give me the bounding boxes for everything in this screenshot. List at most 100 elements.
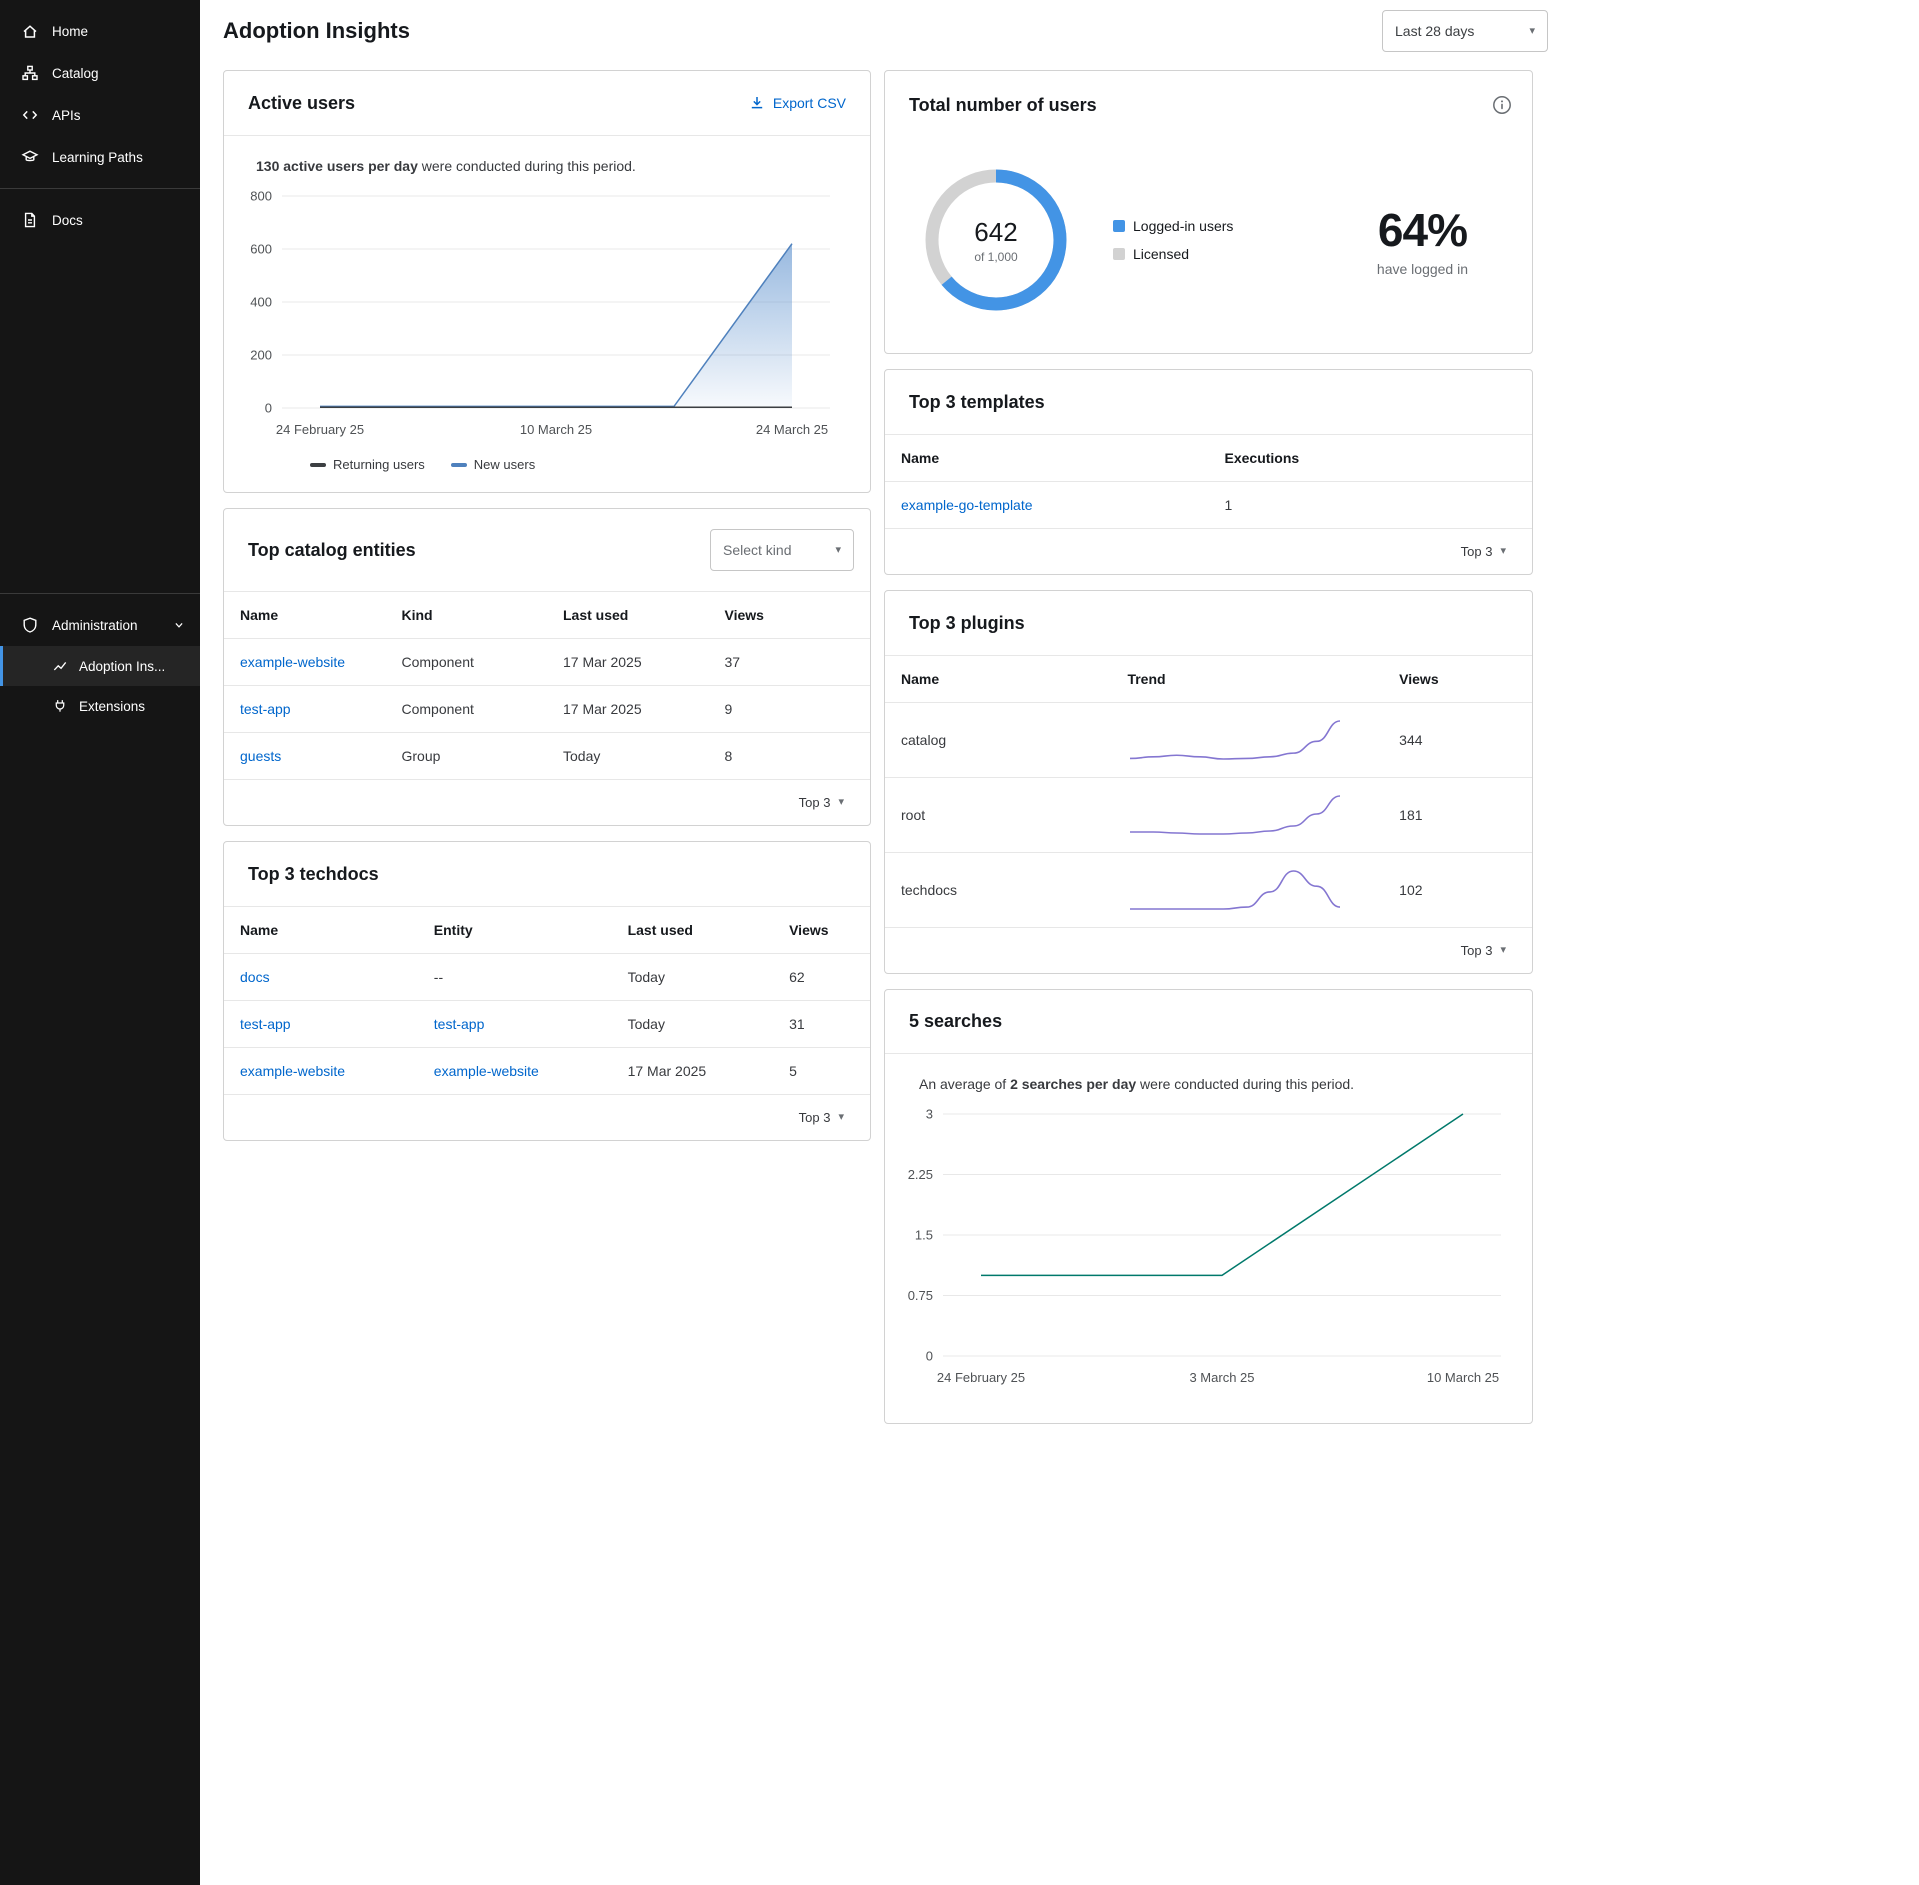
- svg-text:800: 800: [250, 189, 272, 204]
- column-header-trend: Trend: [1111, 656, 1383, 703]
- techdoc-link[interactable]: example-website: [240, 1063, 345, 1079]
- table-row: docs -- Today 62: [224, 954, 870, 1001]
- cell-last-used: 17 Mar 2025: [547, 686, 709, 733]
- date-range-value: Last 28 days: [1395, 23, 1474, 39]
- cell-name: test-app: [224, 686, 386, 733]
- chevron-down-icon: ▾: [838, 797, 844, 808]
- column-header-name: Name: [224, 592, 386, 639]
- sidebar-item-apis[interactable]: APIs: [0, 94, 200, 136]
- table-row: test-app Component 17 Mar 2025 9: [224, 686, 870, 733]
- home-icon: [21, 22, 39, 40]
- right-column: Total number of users 642: [884, 70, 1533, 1424]
- sidebar-item-label: Administration: [52, 618, 138, 633]
- top-n-select[interactable]: Top 3 ▾: [885, 928, 1532, 973]
- templates-table: Name Executions example-go-template 1: [885, 434, 1532, 529]
- trend-sparkline: [1127, 868, 1343, 912]
- logged-in-percent: 64% have logged in: [1377, 203, 1468, 277]
- shield-icon: [21, 616, 39, 634]
- top-n-select[interactable]: Top 3 ▾: [885, 529, 1532, 574]
- cell-trend: [1111, 703, 1383, 778]
- info-button[interactable]: [1488, 91, 1516, 119]
- card-header: Top catalog entities Select kind ▾: [224, 509, 870, 591]
- cell-last-used: Today: [547, 733, 709, 780]
- kind-select[interactable]: Select kind ▾: [710, 529, 854, 571]
- percent-value: 64%: [1378, 203, 1467, 257]
- cell-name: root: [885, 778, 1111, 853]
- sidebar-item-home[interactable]: Home: [0, 10, 200, 52]
- cell-views: 62: [773, 954, 870, 1001]
- sidebar-item-label: Docs: [52, 213, 83, 228]
- card-title: Top 3 techdocs: [248, 864, 379, 885]
- card-top-templates: Top 3 templates Name Executions example-…: [884, 369, 1533, 575]
- table-row: techdocs 102: [885, 853, 1532, 928]
- column-header-name: Name: [885, 435, 1209, 482]
- column-header-views: Views: [773, 907, 870, 954]
- active-users-chart: 020040060080024 February 2510 March 2524…: [224, 176, 870, 449]
- sidebar-item-label: APIs: [52, 108, 81, 123]
- template-link[interactable]: example-go-template: [901, 497, 1033, 513]
- sidebar-item-label: Extensions: [79, 699, 145, 714]
- donut-sub: of 1,000: [974, 250, 1017, 264]
- active-users-area-chart: 020040060080024 February 2510 March 2524…: [234, 182, 840, 444]
- entity-link[interactable]: test-app: [434, 1016, 485, 1032]
- percent-sub: have logged in: [1377, 261, 1468, 277]
- cell-name: example-website: [224, 639, 386, 686]
- chevron-down-icon: ▾: [1500, 546, 1506, 557]
- searches-summary: An average of 2 searches per day were co…: [885, 1054, 1532, 1094]
- legend-swatch: [451, 463, 467, 467]
- cell-last-used: 17 Mar 2025: [612, 1048, 774, 1095]
- card-title: Total number of users: [909, 95, 1097, 116]
- donut-value: 642: [974, 217, 1017, 248]
- cell-last-used: Today: [612, 1001, 774, 1048]
- svg-text:3 March 25: 3 March 25: [1189, 1370, 1254, 1385]
- export-csv-button[interactable]: Export CSV: [741, 91, 854, 115]
- chevron-down-icon: ▾: [1529, 26, 1535, 37]
- sidebar-item-adoption-insights[interactable]: Adoption Ins...: [0, 646, 200, 686]
- entity-link[interactable]: example-website: [240, 654, 345, 670]
- table-row: test-app test-app Today 31: [224, 1001, 870, 1048]
- card-title: Active users: [248, 93, 355, 114]
- sidebar-item-label: Catalog: [52, 66, 99, 81]
- sidebar-item-catalog[interactable]: Catalog: [0, 52, 200, 94]
- card-top-techdocs: Top 3 techdocs Name Entity Last used Vie…: [223, 841, 871, 1141]
- top-n-select[interactable]: Top 3 ▾: [224, 780, 870, 825]
- column-header-name: Name: [885, 656, 1111, 703]
- cell-views: 181: [1383, 778, 1532, 853]
- cell-name: guests: [224, 733, 386, 780]
- sidebar-item-label: Adoption Ins...: [79, 659, 165, 674]
- cell-last-used: Today: [612, 954, 774, 1001]
- searches-chart: 00.751.52.25324 February 253 March 2510 …: [885, 1094, 1532, 1423]
- entity-link[interactable]: test-app: [240, 701, 291, 717]
- entity-link[interactable]: example-website: [434, 1063, 539, 1079]
- chevron-down-icon: ▾: [835, 545, 841, 556]
- app-root: Home Catalog APIs Learning Paths Docs Ad…: [0, 0, 1919, 1885]
- card-title: Top catalog entities: [248, 540, 416, 561]
- total-users-body: 642 of 1,000 Logged-in users Lic: [885, 139, 1532, 353]
- donut-center-label: 642 of 1,000: [921, 165, 1071, 315]
- date-range-select[interactable]: Last 28 days ▾: [1382, 10, 1548, 52]
- card-title: 5 searches: [909, 1011, 1002, 1032]
- techdoc-link[interactable]: docs: [240, 969, 270, 985]
- sidebar-item-learning-paths[interactable]: Learning Paths: [0, 136, 200, 178]
- techdoc-link[interactable]: test-app: [240, 1016, 291, 1032]
- entity-link[interactable]: guests: [240, 748, 281, 764]
- legend-swatch: [1113, 220, 1125, 232]
- info-icon: [1492, 95, 1512, 115]
- table-row: root 181: [885, 778, 1532, 853]
- legend-item-returning-users: Returning users: [310, 457, 425, 472]
- top-n-select[interactable]: Top 3 ▾: [224, 1095, 870, 1140]
- sidebar-item-administration[interactable]: Administration: [0, 604, 200, 646]
- cell-name: techdocs: [885, 853, 1111, 928]
- cell-name: catalog: [885, 703, 1111, 778]
- plugins-table: Name Trend Views catalog 344 root: [885, 655, 1532, 928]
- learning-paths-icon: [21, 148, 39, 166]
- sidebar-item-docs[interactable]: Docs: [0, 199, 200, 241]
- card-header: Top 3 techdocs: [224, 842, 870, 906]
- sidebar-item-extensions[interactable]: Extensions: [0, 686, 200, 726]
- legend-item-new-users: New users: [451, 457, 535, 472]
- table-row: example-website Component 17 Mar 2025 37: [224, 639, 870, 686]
- trend-sparkline: [1127, 793, 1343, 837]
- column-header-kind: Kind: [386, 592, 548, 639]
- cell-trend: [1111, 778, 1383, 853]
- cell-name: example-website: [224, 1048, 418, 1095]
